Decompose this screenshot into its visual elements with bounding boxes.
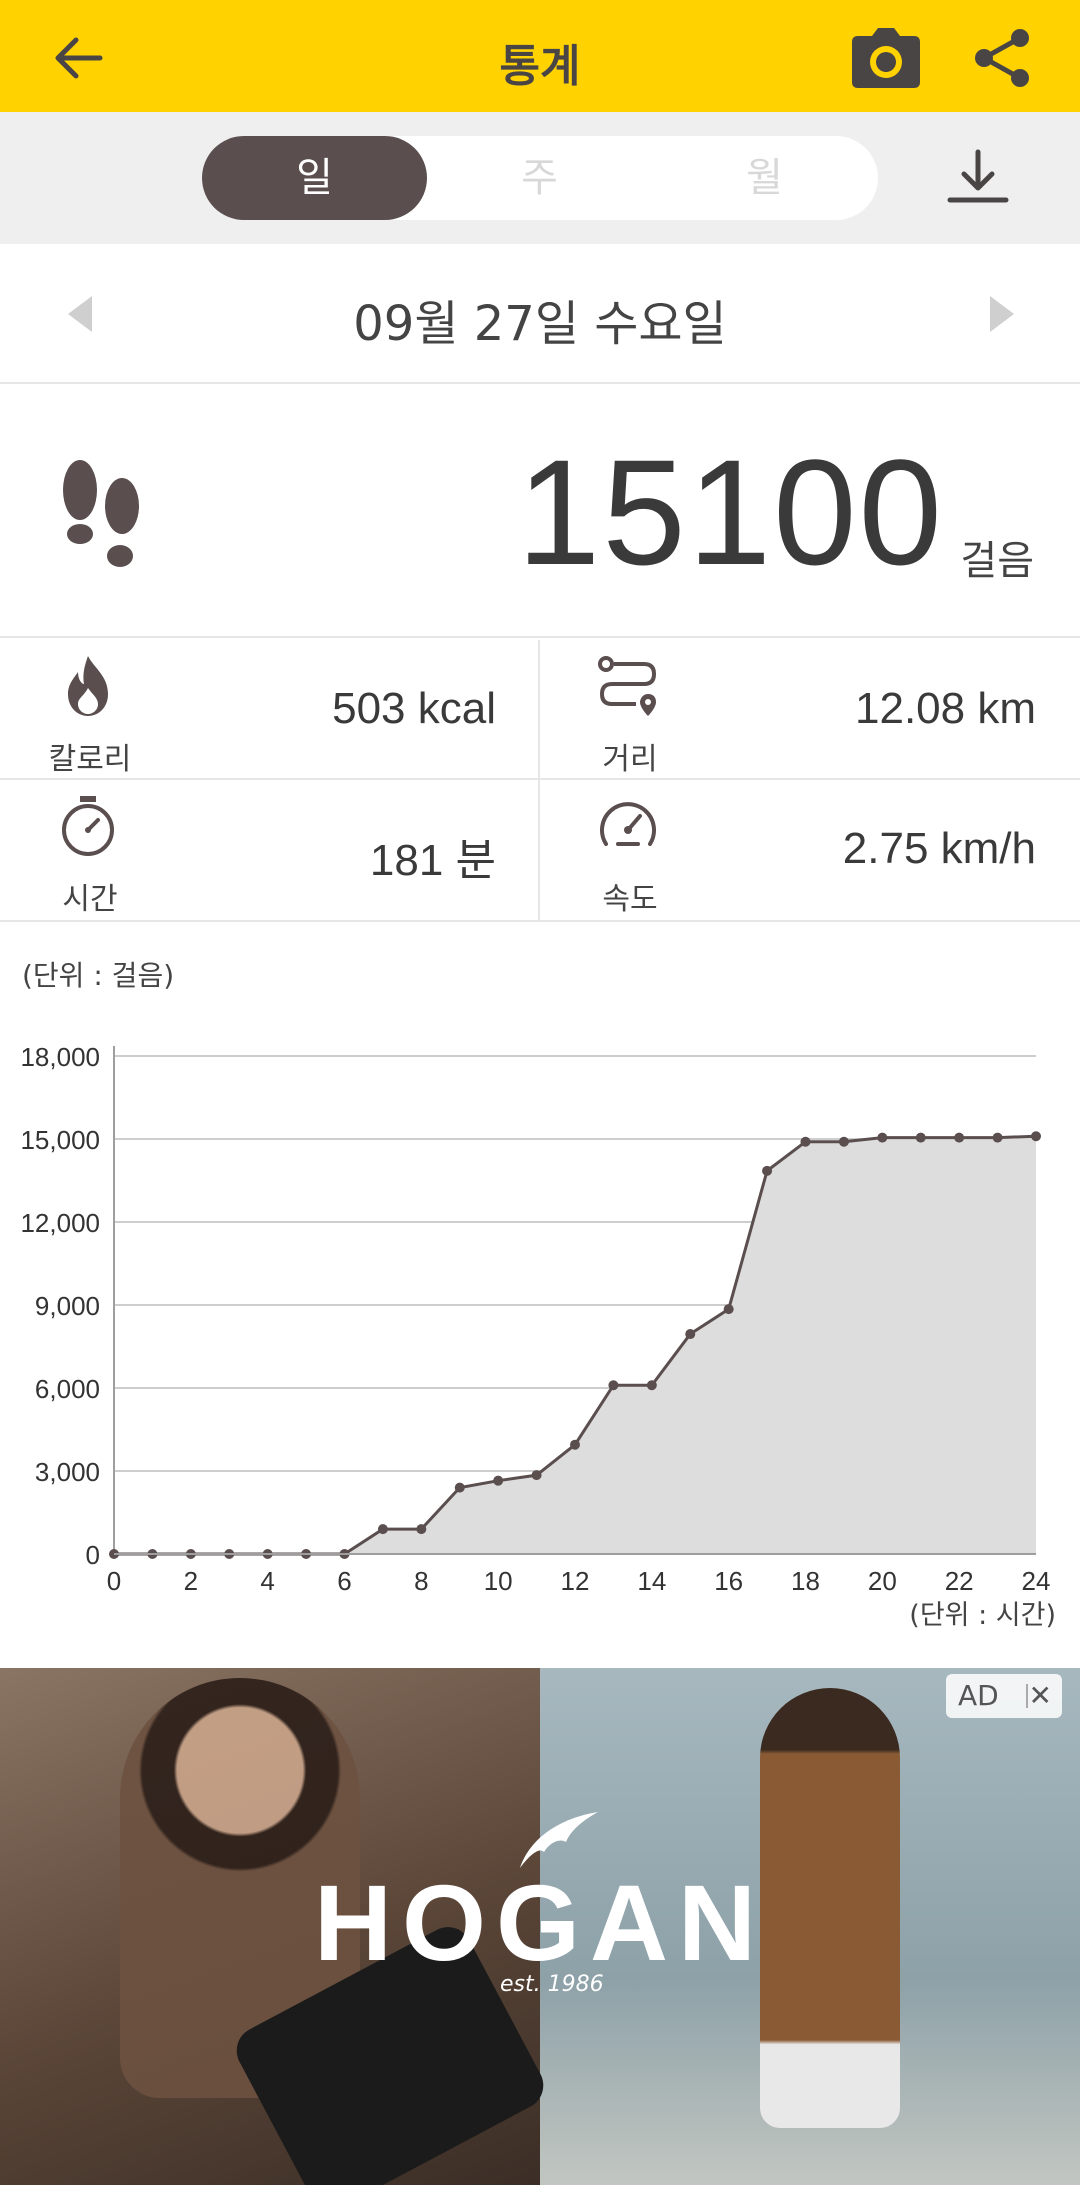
share-button[interactable] [970,26,1034,90]
ad-brand: HOGAN [314,1862,766,1983]
stats-grid: 칼로리 503 kcal 거리 12.08 km 시간 181 분 속도 2.7… [0,640,1080,922]
stat-label: 칼로리 [48,742,132,777]
stopwatch-icon [62,796,114,856]
stat-label: 속도 [602,882,658,917]
x-tick-label: 14 [637,1566,666,1596]
data-point [992,1132,1003,1143]
data-point [954,1132,965,1143]
footprints-icon [63,460,139,567]
x-tick-label: 2 [184,1566,198,1596]
tab-day[interactable]: 일 [202,136,427,220]
camera-button[interactable] [850,26,922,90]
data-point [570,1439,580,1450]
ad-badge[interactable]: AD ✕ [946,1674,1062,1718]
x-tick-label: 12 [561,1566,590,1596]
stat-value: 181 분 [369,836,496,885]
download-button[interactable] [942,146,1014,210]
y-tick-label: 18,000 [20,1042,100,1072]
stat-value: 503 kcal [332,684,496,733]
x-axis-unit-label: (단위 : 시간) [909,1600,1056,1631]
data-point [877,1132,888,1143]
x-tick-label: 10 [484,1566,513,1596]
date-navigator: 09월 27일 수요일 [0,244,1080,384]
stat-speed: 속도 2.75 km/h [540,780,1078,920]
x-tick-label: 20 [868,1566,897,1596]
hourly-steps-chart: (단위 : 걸음) 0 3,000 6,000 9,000 12,000 15,000 18… [0,924,1080,1664]
close-icon[interactable]: ✕ [1029,1674,1052,1718]
data-point [838,1136,849,1147]
step-count: 15100 [516,428,944,596]
y-tick-label: 0 [86,1540,100,1570]
download-icon [947,149,1009,203]
tab-week[interactable]: 주 [427,136,652,220]
triangle-right-icon [990,296,1014,332]
data-point [762,1165,773,1176]
app-bar: 통계 [0,0,1080,112]
data-point [608,1380,619,1391]
data-point [800,1136,811,1147]
area-fill [114,1136,1036,1554]
stat-time: 시간 181 분 [0,780,538,920]
data-point [377,1524,388,1535]
y-tick-label: 9,000 [35,1291,100,1321]
period-bar: 일 주 월 [0,112,1080,244]
ad-label: AD [958,1679,999,1712]
step-summary: 15100 걸음 [0,386,1080,638]
current-date: 09월 27일 수요일 [353,296,727,352]
stat-label: 거리 [602,742,658,777]
data-point [454,1482,465,1493]
stat-value: 2.75 km/h [842,824,1036,873]
period-segmented-control: 일 주 월 [202,136,878,220]
stat-value: 12.08 km [855,684,1036,733]
ad-tagline: est. 1986 [500,1972,604,1997]
data-point [723,1304,734,1315]
x-tick-label: 24 [1022,1566,1051,1596]
y-tick-label: 12,000 [20,1208,100,1238]
x-tick-label: 4 [260,1566,274,1596]
next-day-button[interactable] [980,292,1020,336]
ad-banner[interactable]: HOGAN est. 1986 AD ✕ [0,1668,1080,2185]
x-tick-label: 22 [945,1566,974,1596]
y-tick-label: 6,000 [35,1374,100,1404]
tab-month[interactable]: 월 [652,136,877,220]
stat-calories: 칼로리 503 kcal [0,640,538,780]
y-tick-label: 3,000 [35,1457,100,1487]
x-tick-label: 6 [337,1566,351,1596]
x-tick-label: 8 [414,1566,428,1596]
chart-canvas: 03,0006,0009,00012,00015,00018,0000 2 4 6 8 1… [20,1042,1056,1631]
x-tick-label: 16 [714,1566,743,1596]
step-unit: 걸음 [960,538,1034,584]
data-point [685,1329,696,1340]
data-point [646,1380,657,1391]
data-point [915,1132,926,1143]
flame-icon [68,656,108,716]
stat-distance: 거리 12.08 km [540,640,1078,780]
data-point [416,1524,427,1535]
share-icon [975,29,1029,87]
y-tick-label: 15,000 [20,1125,100,1155]
data-point [1031,1131,1041,1142]
data-point [531,1470,542,1481]
x-tick-label: 18 [791,1566,820,1596]
route-icon [598,656,657,716]
x-tick-label: 0 [107,1566,121,1596]
data-point [493,1475,504,1486]
camera-icon [852,28,920,88]
speedometer-icon [600,802,656,846]
stat-label: 시간 [62,882,118,917]
